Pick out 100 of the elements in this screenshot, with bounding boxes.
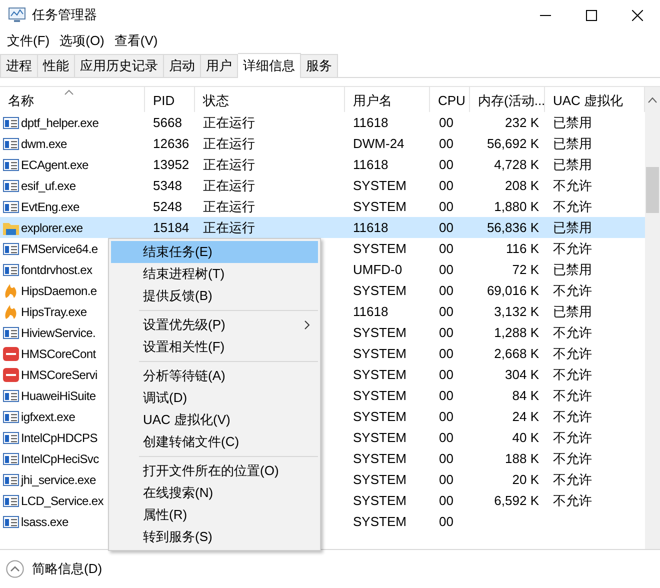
cpu-cell: 00	[439, 514, 454, 529]
fewer-details-link[interactable]: 简略信息(D)	[32, 560, 102, 578]
process-name: igfxext.exe	[21, 410, 76, 424]
cpu-cell: 00	[439, 451, 454, 466]
menu-item[interactable]: 文件(F)	[2, 32, 55, 50]
process-name: HipsTray.exe	[21, 304, 87, 318]
process-name: dptf_helper.exe	[21, 116, 99, 130]
user-cell: SYSTEM	[353, 493, 406, 508]
user-cell: SYSTEM	[353, 325, 406, 340]
context-menu-item[interactable]: 属性(R)	[111, 504, 318, 526]
memory-cell: 116 K	[506, 241, 539, 256]
uac-cell: 不允许	[553, 492, 592, 510]
menu-item[interactable]: 选项(O)	[54, 32, 110, 50]
user-cell: 11618	[353, 220, 388, 235]
flame-icon	[3, 284, 19, 298]
uac-cell: 不允许	[553, 240, 592, 258]
scroll-up-button[interactable]	[645, 87, 660, 112]
memory-cell: 24 K	[512, 409, 539, 424]
process-name: fontdrvhost.ex	[21, 262, 92, 276]
tab[interactable]: 用户	[201, 54, 238, 77]
context-menu-item[interactable]: 打开文件所在的位置(O)	[111, 460, 318, 482]
application-icon	[3, 388, 19, 402]
cpu-cell: 00	[439, 304, 454, 319]
uac-cell: 已禁用	[553, 218, 592, 236]
column-header[interactable]: PID	[145, 87, 195, 112]
process-name: HiviewService.	[21, 326, 96, 340]
tab[interactable]: 性能	[38, 54, 75, 77]
caret-up-icon	[648, 96, 657, 102]
memory-cell: 56,692 K	[486, 136, 539, 151]
cpu-cell: 00	[439, 115, 454, 130]
tab[interactable]: 详细信息	[238, 53, 301, 78]
context-menu-item[interactable]: 结束进程树(T)	[111, 263, 318, 285]
context-menu-item[interactable]: 转到服务(S)	[111, 526, 318, 548]
user-cell: UMFD-0	[353, 262, 402, 277]
context-menu-item[interactable]: 设置优先级(P)	[111, 314, 318, 336]
memory-cell: 3,132 K	[494, 304, 539, 319]
minimize-icon[interactable]	[540, 14, 550, 16]
memory-cell: 1,880 K	[494, 199, 539, 214]
tab[interactable]: 启动	[164, 54, 201, 77]
cpu-cell: 00	[439, 220, 454, 235]
memory-cell: 84 K	[512, 388, 539, 403]
application-icon	[3, 136, 19, 150]
application-icon	[3, 200, 19, 214]
status-cell: 正在运行	[203, 198, 255, 216]
context-menu-item[interactable]: UAC 虚拟化(V)	[111, 409, 318, 431]
selected-process-row[interactable]: explorer.exe 15184 正在运行 11618 00 56,836 K 已禁用	[0, 217, 645, 238]
user-cell: DWM-24	[353, 136, 404, 151]
context-menu-item[interactable]: 调试(D)	[111, 387, 318, 409]
column-header[interactable]: 用户名	[345, 87, 430, 112]
tab[interactable]: 应用历史记录	[75, 54, 164, 77]
uac-cell: 不允许	[553, 324, 592, 342]
process-name: dwm.exe	[21, 136, 67, 150]
context-menu-item[interactable]: 设置相关性(F)	[111, 336, 318, 358]
scrollbar-thumb[interactable]	[646, 167, 659, 213]
context-menu-item[interactable]: 创建转储文件(C)	[111, 431, 318, 453]
tab[interactable]: 进程	[0, 54, 38, 77]
context-menu-item[interactable]: 分析等待链(A)	[111, 365, 318, 387]
uac-cell: 不允许	[553, 450, 592, 468]
column-header[interactable]: 内存(活动...	[470, 87, 545, 112]
cpu-cell: 00	[439, 157, 454, 172]
memory-cell: 188 K	[505, 451, 539, 466]
menu-item[interactable]: 查看(V)	[109, 32, 163, 50]
memory-cell: 4,728 K	[494, 157, 539, 172]
uac-cell: 不允许	[553, 366, 592, 384]
column-header[interactable]: 状态	[195, 87, 345, 112]
context-menu-item[interactable]: 提供反馈(B)	[111, 285, 318, 307]
close-icon[interactable]	[632, 10, 642, 20]
column-header[interactable]: 名称	[0, 87, 145, 112]
uac-cell: 不允许	[553, 428, 592, 446]
user-cell: SYSTEM	[353, 241, 406, 256]
memory-cell: 304 K	[505, 367, 539, 382]
user-cell: 11618	[353, 304, 388, 319]
application-icon	[3, 514, 19, 528]
tab[interactable]: 服务	[301, 54, 338, 77]
user-cell: SYSTEM	[353, 178, 406, 193]
application-icon	[3, 178, 19, 192]
flame-icon	[3, 304, 19, 318]
cpu-cell: 00	[439, 136, 454, 151]
cpu-cell: 00	[439, 472, 454, 487]
collapse-icon[interactable]	[6, 560, 24, 578]
process-name: EvtEng.exe	[21, 200, 80, 214]
memory-cell: 232 K	[505, 115, 539, 130]
uac-cell: 不允许	[553, 282, 592, 300]
cpu-cell: 00	[439, 241, 454, 256]
cpu-cell: 00	[439, 178, 454, 193]
process-name: HMSCoreCont	[21, 346, 96, 360]
context-menu-item[interactable]: 结束任务(E)	[111, 241, 318, 263]
memory-cell: 20 K	[512, 472, 539, 487]
column-header[interactable]: CPU	[430, 87, 470, 112]
process-name: IntelCpHDCPS	[21, 430, 98, 444]
user-cell: SYSTEM	[353, 283, 406, 298]
maximize-icon[interactable]	[586, 10, 596, 20]
cpu-cell: 00	[439, 388, 454, 403]
uac-cell: 不允许	[553, 408, 592, 426]
process-name: jhi_service.exe	[21, 472, 96, 486]
application-icon	[3, 158, 19, 172]
context-menu-item[interactable]: 在线搜索(N)	[111, 482, 318, 504]
cpu-cell: 00	[439, 409, 454, 424]
folder-icon	[3, 220, 19, 234]
memory-cell: 6,592 K	[494, 493, 539, 508]
